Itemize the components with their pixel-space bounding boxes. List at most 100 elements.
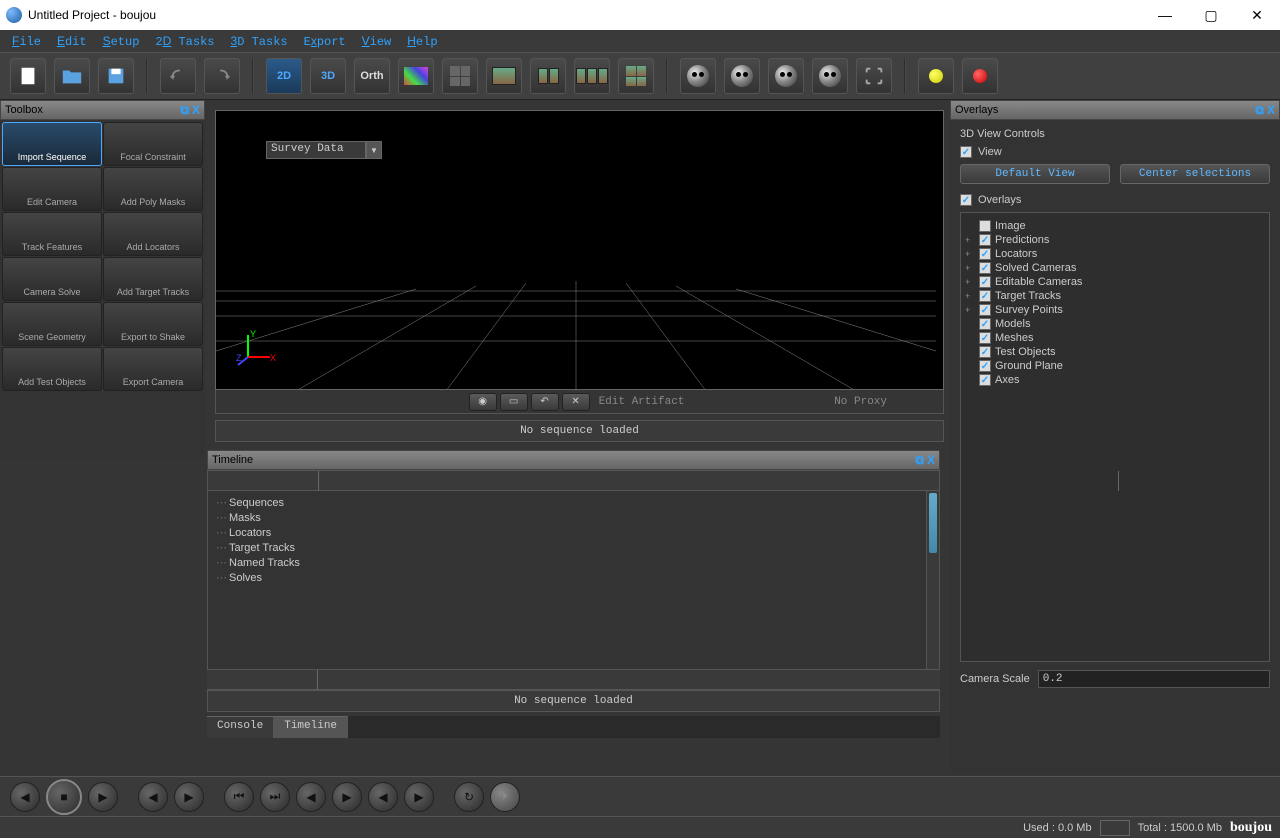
pin-red-button[interactable] xyxy=(962,58,998,94)
overlay-item-axes[interactable]: ✓Axes xyxy=(965,373,1265,387)
overlay-item-ground-plane[interactable]: ✓Ground Plane xyxy=(965,359,1265,373)
timeline-tree[interactable]: SequencesMasksLocatorsTarget TracksNamed… xyxy=(208,491,926,669)
thumb-double-button[interactable] xyxy=(530,58,566,94)
overlay-item-locators[interactable]: +✓Locators xyxy=(965,247,1265,261)
overlay-item-solved-cameras[interactable]: +✓Solved Cameras xyxy=(965,261,1265,275)
overlays-checkbox[interactable]: ✓ xyxy=(960,194,972,206)
overlay-item-target-tracks[interactable]: +✓Target Tracks xyxy=(965,289,1265,303)
timeline-node-named-tracks[interactable]: Named Tracks xyxy=(216,555,918,570)
timeline-ruler-bottom[interactable] xyxy=(207,670,940,690)
save-button[interactable] xyxy=(98,58,134,94)
tab-timeline[interactable]: Timeline xyxy=(274,716,348,738)
maximize-button[interactable]: ▢ xyxy=(1188,0,1234,30)
menu-3d-tasks[interactable]: 3D Tasks xyxy=(223,32,296,51)
default-view-button[interactable]: Default View xyxy=(960,164,1110,184)
checkbox-icon[interactable]: ✓ xyxy=(979,262,991,274)
loop-button[interactable]: ↻ xyxy=(454,782,484,812)
menu-view[interactable]: View xyxy=(354,32,400,51)
timeline-node-solves[interactable]: Solves xyxy=(216,570,918,585)
toolbox-close-icon[interactable]: X xyxy=(192,103,200,117)
vp-btn-3[interactable]: ↶ xyxy=(531,393,559,411)
tool-add-test-objects[interactable]: Add Test Objects xyxy=(2,347,102,391)
checkbox-icon[interactable]: ✓ xyxy=(979,318,991,330)
viewport-data-select[interactable]: Survey Data xyxy=(266,141,366,159)
checkbox-icon[interactable]: ✓ xyxy=(979,276,991,288)
checkbox-icon[interactable]: ✓ xyxy=(979,248,991,260)
thumb-quad-button[interactable] xyxy=(618,58,654,94)
menu-2d-tasks[interactable]: 2D Tasks xyxy=(147,32,222,51)
vp-btn-2[interactable]: ▭ xyxy=(500,393,528,411)
timeline-dock-icon[interactable]: ⧉ xyxy=(915,453,924,468)
tool-edit-camera[interactable]: Edit Camera xyxy=(2,167,102,211)
lock-button[interactable]: ⏵ xyxy=(490,782,520,812)
checkbox-icon[interactable]: ✓ xyxy=(979,290,991,302)
checkbox-icon[interactable]: ✓ xyxy=(979,360,991,372)
nav-3-button[interactable]: ◀ xyxy=(368,782,398,812)
overlay-item-survey-points[interactable]: +✓Survey Points xyxy=(965,303,1265,317)
track-3-button[interactable] xyxy=(768,58,804,94)
menu-edit[interactable]: Edit xyxy=(49,32,95,51)
timeline-ruler[interactable] xyxy=(208,471,939,491)
menu-export[interactable]: Export xyxy=(296,32,354,51)
grid-button[interactable] xyxy=(442,58,478,94)
menu-help[interactable]: Help xyxy=(399,32,445,51)
timeline-scrollbar[interactable] xyxy=(926,491,939,669)
nav-2-button[interactable]: ▶ xyxy=(332,782,362,812)
thumb-triple-button[interactable] xyxy=(574,58,610,94)
tool-import-sequence[interactable]: Import Sequence xyxy=(2,122,102,166)
overlay-item-models[interactable]: ✓Models xyxy=(965,317,1265,331)
new-button[interactable] xyxy=(10,58,46,94)
open-button[interactable] xyxy=(54,58,90,94)
view-orth-button[interactable]: Orth xyxy=(354,58,390,94)
shading-button[interactable] xyxy=(398,58,434,94)
overlays-dock-icon[interactable]: ⧉ xyxy=(1255,103,1264,118)
menu-file[interactable]: File xyxy=(4,32,49,51)
step-fwd-button[interactable]: ▶ xyxy=(88,782,118,812)
view-2d-button[interactable]: 2D xyxy=(266,58,302,94)
track-2-button[interactable] xyxy=(724,58,760,94)
checkbox-icon[interactable]: ✓ xyxy=(979,234,991,246)
tool-add-locators[interactable]: Add Locators xyxy=(103,212,203,256)
overlays-close-icon[interactable]: X xyxy=(1267,103,1275,117)
checkbox-icon[interactable]: ✓ xyxy=(979,332,991,344)
timeline-node-sequences[interactable]: Sequences xyxy=(216,495,918,510)
step-back-button[interactable]: ◀ xyxy=(10,782,40,812)
tool-scene-geometry[interactable]: Scene Geometry xyxy=(2,302,102,346)
tool-export-to-shake[interactable]: Export to Shake xyxy=(103,302,203,346)
tool-track-features[interactable]: Track Features xyxy=(2,212,102,256)
checkbox-icon[interactable]: ✓ xyxy=(979,374,991,386)
checkbox-icon[interactable]: ✓ xyxy=(979,304,991,316)
tool-add-target-tracks[interactable]: Add Target Tracks xyxy=(103,257,203,301)
timeline-node-target-tracks[interactable]: Target Tracks xyxy=(216,540,918,555)
timeline-node-locators[interactable]: Locators xyxy=(216,525,918,540)
minimize-button[interactable]: — xyxy=(1142,0,1188,30)
menu-setup[interactable]: Setup xyxy=(95,32,148,51)
nav-4-button[interactable]: ▶ xyxy=(404,782,434,812)
track-4-button[interactable] xyxy=(812,58,848,94)
last-frame-button[interactable]: ⏭ xyxy=(260,782,290,812)
checkbox-icon[interactable]: ✓ xyxy=(979,346,991,358)
brackets-button[interactable] xyxy=(856,58,892,94)
tool-focal-constraint[interactable]: Focal Constraint xyxy=(103,122,203,166)
undo-button[interactable] xyxy=(160,58,196,94)
timeline-close-icon[interactable]: X xyxy=(927,453,935,467)
overlay-item-editable-cameras[interactable]: +✓Editable Cameras xyxy=(965,275,1265,289)
close-button[interactable]: ✕ xyxy=(1234,0,1280,30)
tab-console[interactable]: Console xyxy=(207,716,274,738)
overlay-item-predictions[interactable]: +✓Predictions xyxy=(965,233,1265,247)
camera-scale-input[interactable] xyxy=(1038,670,1270,688)
view-3d-button[interactable]: 3D xyxy=(310,58,346,94)
stop-button[interactable]: ■ xyxy=(46,779,82,815)
tool-export-camera[interactable]: Export Camera xyxy=(103,347,203,391)
tool-camera-solve[interactable]: Camera Solve xyxy=(2,257,102,301)
checkbox-icon[interactable] xyxy=(979,220,991,232)
center-selections-button[interactable]: Center selections xyxy=(1120,164,1270,184)
tool-add-poly-masks[interactable]: Add Poly Masks xyxy=(103,167,203,211)
view-checkbox[interactable]: ✓ xyxy=(960,146,972,158)
pin-yellow-button[interactable] xyxy=(918,58,954,94)
first-frame-button[interactable]: ⏮ xyxy=(224,782,254,812)
nav-1-button[interactable]: ◀ xyxy=(296,782,326,812)
toolbox-dock-icon[interactable]: ⧉ xyxy=(180,103,189,118)
prev-key-button[interactable]: ◀ xyxy=(138,782,168,812)
overlay-item-meshes[interactable]: ✓Meshes xyxy=(965,331,1265,345)
